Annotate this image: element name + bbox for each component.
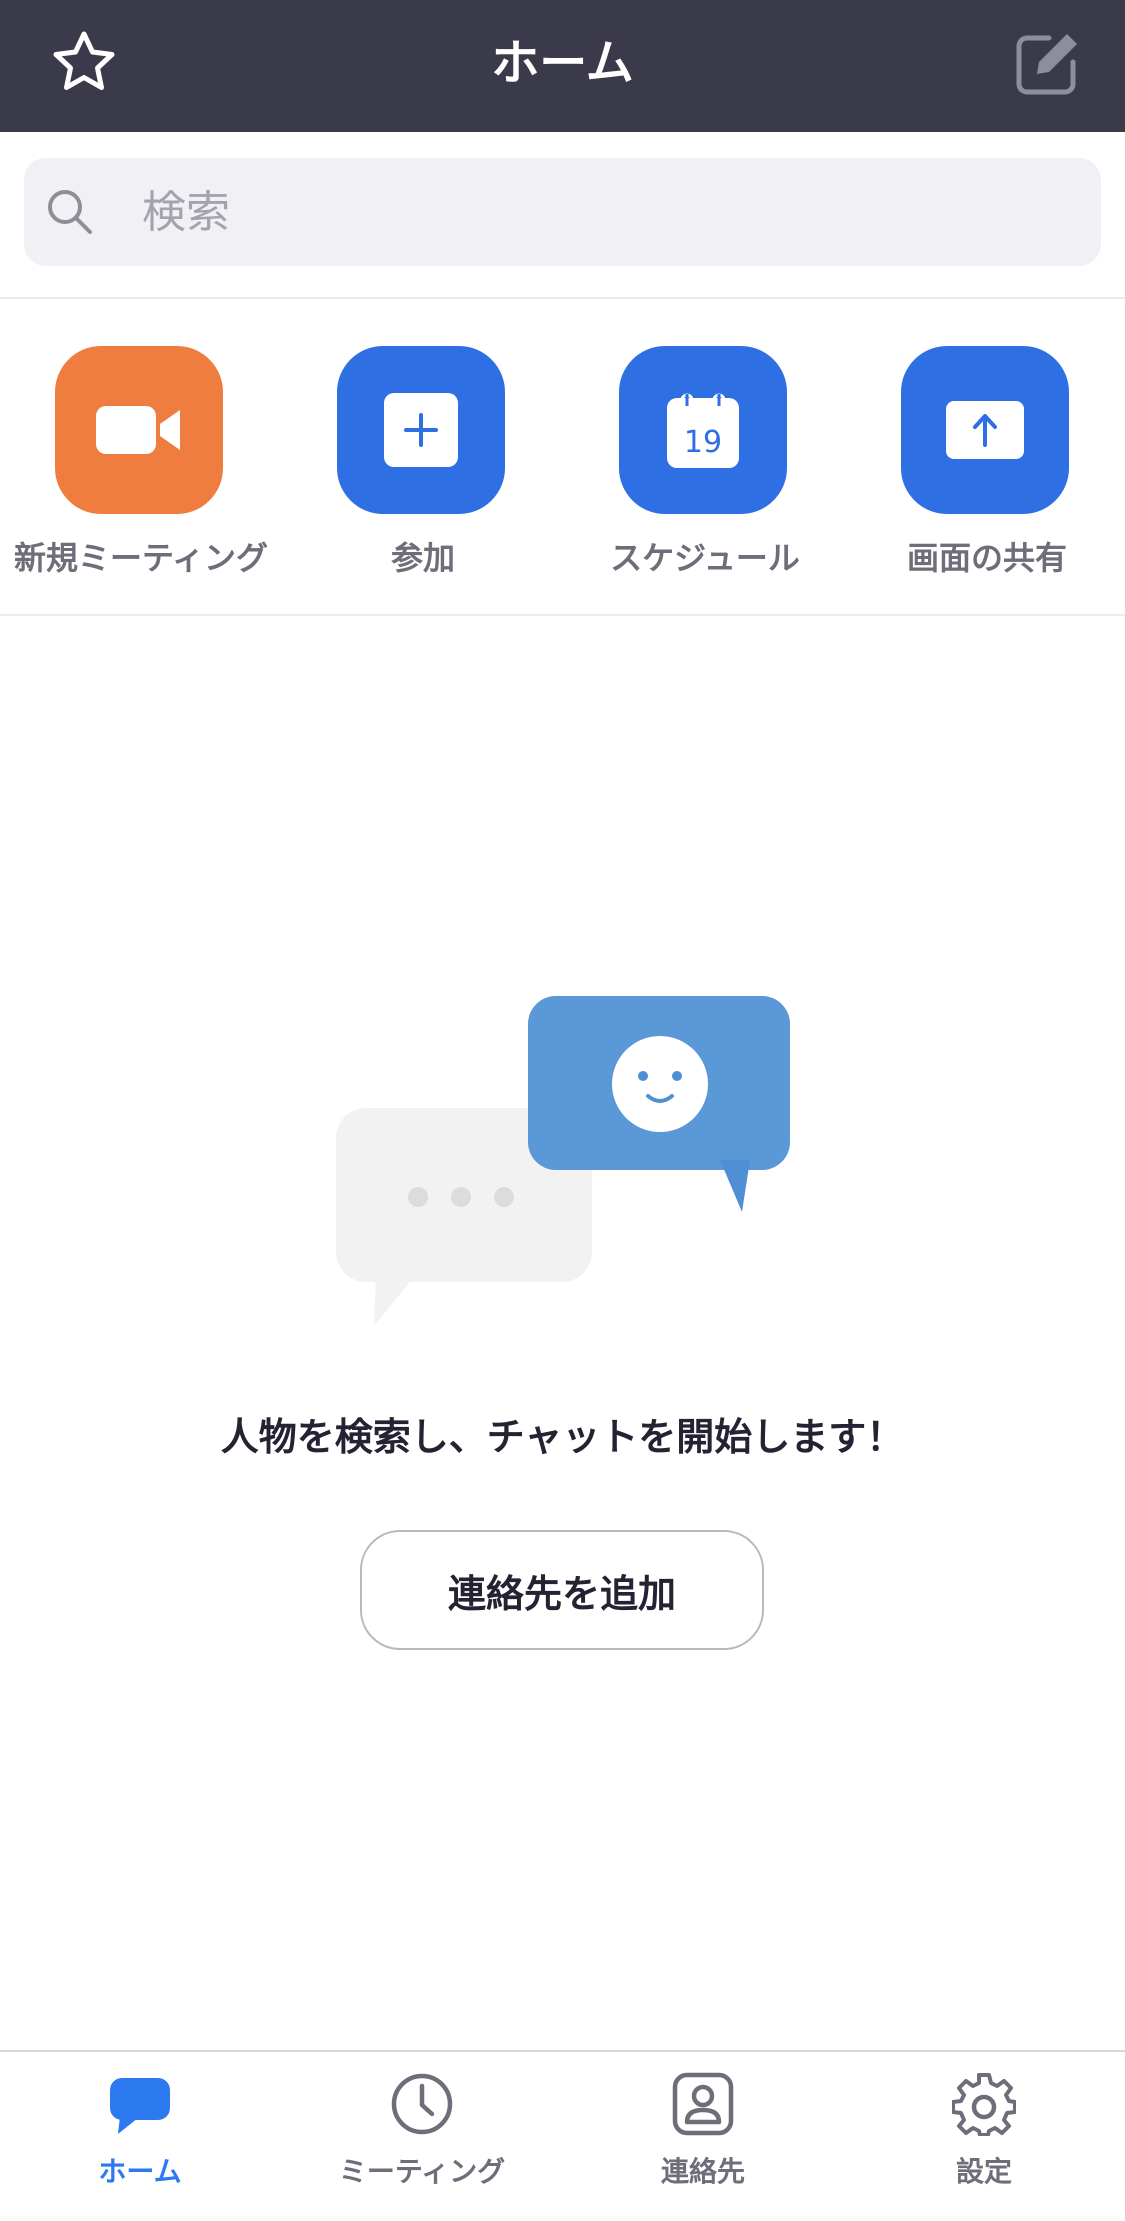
schedule-label: スケジュール bbox=[610, 539, 800, 577]
share-screen-button[interactable]: 画面の共有 bbox=[846, 346, 1125, 586]
tab-contacts-label: 連絡先 bbox=[660, 2155, 745, 2188]
video-camera-icon bbox=[96, 406, 180, 454]
share-screen-tile[interactable] bbox=[901, 346, 1069, 514]
tab-meetings-label: ミーティング bbox=[338, 2155, 506, 2188]
header-bar: ホーム bbox=[0, 0, 1125, 132]
home-screen: ホーム 新規ミーティング bbox=[0, 0, 1125, 2221]
join-label: 参加 bbox=[390, 539, 455, 577]
new-meeting-button[interactable]: 新規ミーティング bbox=[0, 346, 282, 586]
new-meeting-label: 新規ミーティング bbox=[13, 539, 269, 577]
tab-settings[interactable]: 設定 bbox=[884, 2072, 1084, 2212]
tab-bar-divider bbox=[0, 2050, 1125, 2052]
tab-meetings[interactable]: ミーティング bbox=[322, 2072, 522, 2212]
edit-icon[interactable] bbox=[1009, 26, 1085, 102]
search-icon bbox=[48, 190, 92, 234]
plus-icon bbox=[384, 393, 458, 467]
tab-home-label: ホーム bbox=[98, 2155, 182, 2188]
tab-contacts[interactable]: 連絡先 bbox=[603, 2072, 803, 2212]
clock-icon bbox=[391, 2073, 453, 2135]
add-contact-button[interactable]: 連絡先を追加 bbox=[360, 1530, 764, 1650]
schedule-button[interactable]: 19 スケジュール bbox=[564, 346, 846, 586]
join-tile[interactable] bbox=[337, 346, 505, 514]
gear-icon bbox=[952, 2073, 1016, 2136]
quick-actions: 新規ミーティング 参加 19 スケジュール 画面の共有 bbox=[0, 346, 1125, 586]
tab-settings-label: 設定 bbox=[955, 2155, 1012, 2188]
search-input[interactable] bbox=[142, 158, 1042, 266]
divider bbox=[0, 614, 1125, 616]
new-meeting-tile[interactable] bbox=[55, 346, 223, 514]
share-screen-label: 画面の共有 bbox=[906, 539, 1067, 577]
calendar-icon: 19 bbox=[667, 393, 739, 468]
join-button[interactable]: 参加 bbox=[282, 346, 564, 586]
schedule-tile[interactable]: 19 bbox=[619, 346, 787, 514]
contact-card-icon bbox=[672, 2072, 734, 2136]
page-title: ホーム bbox=[491, 35, 634, 91]
divider bbox=[0, 297, 1125, 299]
empty-state-message: 人物を検索し、チャットを開始します！ bbox=[220, 1415, 905, 1459]
tab-home[interactable]: ホーム bbox=[40, 2072, 240, 2212]
search-bar[interactable] bbox=[24, 158, 1101, 266]
tab-bar: ホーム ミーティング 連絡先 設定 bbox=[0, 2050, 1125, 2221]
chat-illustration bbox=[336, 996, 790, 1326]
chat-bubble-icon bbox=[110, 2078, 170, 2134]
calendar-day: 19 bbox=[684, 425, 722, 460]
share-screen-icon bbox=[946, 401, 1024, 459]
